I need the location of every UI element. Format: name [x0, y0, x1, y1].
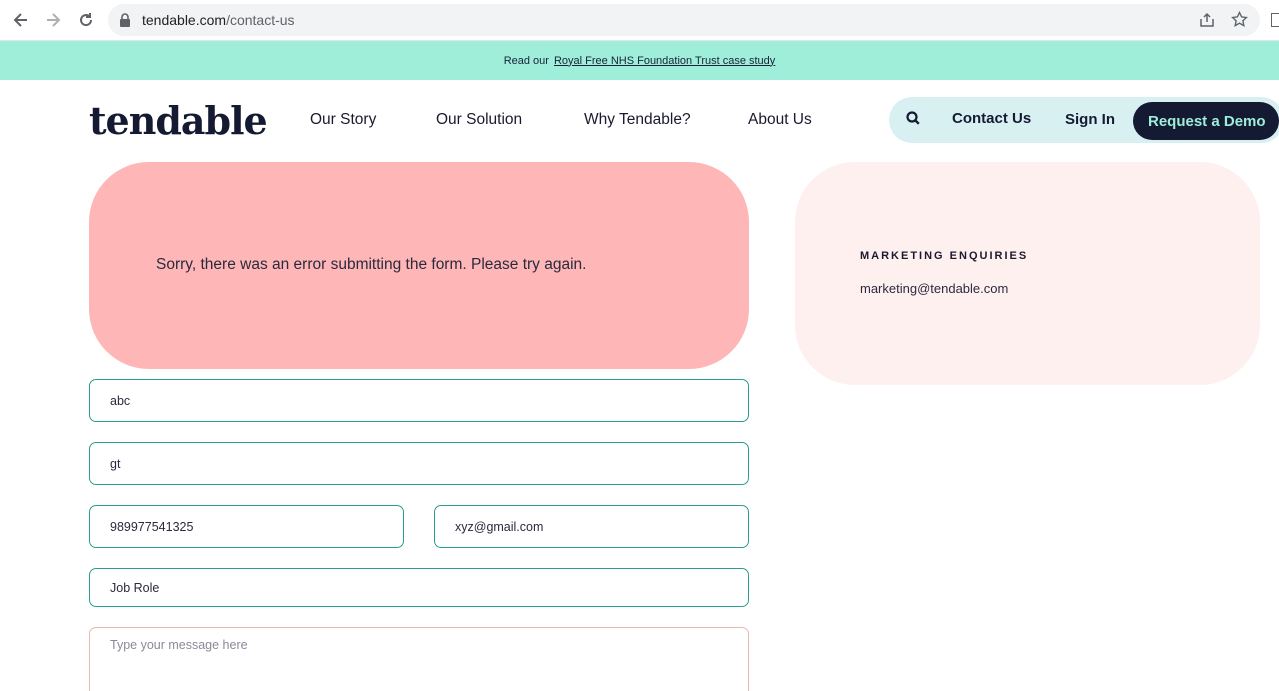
- job-role-input[interactable]: [90, 569, 748, 606]
- side-panel-icon[interactable]: [1271, 13, 1279, 27]
- job-role-field[interactable]: [89, 568, 749, 607]
- back-arrow-icon[interactable]: [9, 8, 33, 32]
- forward-arrow-icon[interactable]: [41, 8, 65, 32]
- case-study-link[interactable]: Royal Free NHS Foundation Trust case stu…: [554, 55, 775, 67]
- last-name-input[interactable]: [90, 443, 748, 484]
- search-icon[interactable]: [903, 109, 923, 129]
- nav-about-us[interactable]: About Us: [748, 111, 812, 129]
- announcement-prefix: Read our: [503, 54, 549, 67]
- nav-our-solution[interactable]: Our Solution: [436, 111, 522, 129]
- email-field[interactable]: [434, 505, 749, 548]
- request-demo-button[interactable]: Request a Demo: [1133, 102, 1279, 140]
- first-name-field[interactable]: [89, 379, 749, 422]
- announcement-bar: Read our Royal Free NHS Foundation Trust…: [0, 41, 1279, 80]
- sign-in-link[interactable]: Sign In: [1065, 111, 1115, 128]
- contact-us-link[interactable]: Contact Us: [952, 110, 1031, 127]
- url-text: tendable.com/contact-us: [142, 12, 295, 28]
- message-textarea[interactable]: [90, 628, 748, 691]
- email-input[interactable]: [435, 506, 748, 547]
- phone-input[interactable]: [90, 506, 403, 547]
- error-message: Sorry, there was an error submitting the…: [156, 256, 587, 273]
- share-icon[interactable]: [1199, 12, 1215, 33]
- marketing-card: [795, 162, 1260, 385]
- marketing-heading: MARKETING ENQUIRIES: [860, 250, 1029, 262]
- last-name-field[interactable]: [89, 442, 749, 485]
- reload-icon[interactable]: [74, 8, 98, 32]
- message-field[interactable]: [89, 627, 749, 691]
- nav-why-tendable[interactable]: Why Tendable?: [584, 111, 691, 129]
- phone-field[interactable]: [89, 505, 404, 548]
- lock-icon[interactable]: [119, 13, 131, 32]
- marketing-email-link[interactable]: marketing@tendable.com: [860, 281, 1008, 296]
- nav-our-story[interactable]: Our Story: [310, 111, 376, 129]
- browser-toolbar: tendable.com/contact-us: [0, 0, 1279, 41]
- bookmark-star-icon[interactable]: [1231, 10, 1248, 33]
- tendable-logo[interactable]: tendable: [89, 98, 268, 143]
- first-name-input[interactable]: [90, 380, 748, 421]
